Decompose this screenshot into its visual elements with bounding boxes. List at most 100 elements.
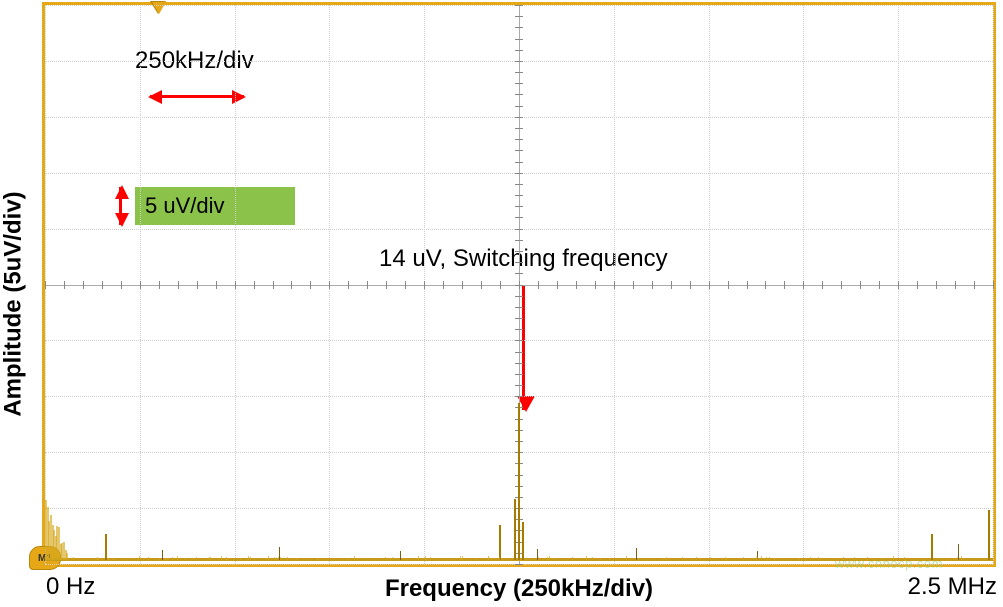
tick: [197, 281, 198, 289]
tick: [860, 281, 861, 289]
trace-noise: [266, 558, 267, 560]
tick: [515, 139, 523, 140]
trace-noise: [661, 558, 662, 560]
trace-dc-lobe: [66, 553, 68, 560]
trace-noise: [218, 559, 219, 560]
trace-noise: [317, 558, 318, 560]
tick: [515, 374, 523, 375]
peak-arrow-icon: [522, 285, 525, 410]
trace-noise: [98, 558, 99, 560]
tick: [515, 396, 523, 397]
tick: [515, 273, 523, 274]
trace-noise: [761, 556, 762, 560]
tick: [462, 281, 463, 289]
trace-noise: [193, 559, 194, 560]
y-axis-title-text: Amplitude (5uV/div): [0, 191, 28, 416]
tick: [709, 281, 710, 289]
tick: [515, 128, 523, 129]
trace-noise: [774, 558, 775, 560]
trace-noise: [713, 559, 714, 560]
x-axis-title: Frequency (250kHz/div): [42, 575, 996, 603]
tick: [481, 281, 482, 289]
trace-spur: [499, 525, 501, 560]
trace-noise: [139, 556, 140, 560]
trace-noise: [296, 558, 297, 560]
trace-noise: [196, 557, 197, 560]
tick: [765, 281, 766, 289]
trace-noise: [392, 557, 393, 560]
trace-noise: [547, 557, 548, 560]
tick: [515, 5, 523, 6]
trace-noise: [692, 558, 693, 560]
trace-noise: [280, 557, 281, 560]
trace-noise: [430, 557, 431, 560]
trace-noise: [799, 558, 800, 560]
trace-spur: [514, 499, 516, 560]
trace-noise: [349, 558, 350, 560]
tick: [367, 281, 368, 289]
tick: [515, 307, 523, 308]
tick: [898, 281, 899, 289]
tick: [955, 281, 956, 289]
tick: [515, 173, 523, 174]
trace-spur: [518, 403, 520, 560]
tick: [291, 281, 292, 289]
trace-spur: [988, 510, 990, 560]
tick: [405, 281, 406, 289]
tick: [424, 281, 425, 289]
tick: [576, 281, 577, 289]
trace-noise: [418, 556, 419, 560]
tick: [515, 94, 523, 95]
tick: [519, 281, 520, 289]
trace-noise: [586, 556, 587, 560]
tick: [633, 281, 634, 289]
trace-noise: [425, 556, 426, 560]
trace-noise: [726, 558, 727, 560]
trace-noise: [626, 556, 627, 560]
trace-noise: [766, 557, 767, 560]
trace-noise: [184, 558, 185, 560]
y-axis-title: Amplitude (5uV/div): [0, 0, 30, 607]
tick: [515, 217, 523, 218]
y-scale-label: 5 uV/div: [145, 193, 225, 219]
tick: [936, 281, 937, 289]
trace-noise: [700, 558, 701, 560]
trace-noise: [293, 558, 294, 560]
tick: [254, 281, 255, 289]
tick: [216, 281, 217, 289]
trace-noise: [221, 556, 222, 560]
tick: [993, 281, 994, 289]
trace-noise: [696, 557, 697, 560]
trace-noise: [112, 559, 113, 560]
trace-spur: [400, 551, 401, 560]
trace-noise: [64, 558, 65, 560]
tick: [121, 281, 122, 289]
trace-noise: [572, 557, 573, 560]
trace-noise: [354, 556, 355, 560]
trace-noise: [268, 556, 269, 560]
tick: [515, 229, 523, 230]
tick: [515, 150, 523, 151]
trace-noise: [226, 557, 227, 560]
trace-noise: [73, 557, 74, 560]
tick: [515, 117, 523, 118]
trace-noise: [549, 556, 550, 560]
tick: [671, 281, 672, 289]
tick: [515, 50, 523, 51]
tick: [879, 281, 880, 289]
tick: [515, 318, 523, 319]
tick: [784, 281, 785, 289]
trace-noise: [756, 559, 757, 560]
trace-noise: [177, 556, 178, 560]
tick: [348, 281, 349, 289]
tick: [515, 39, 523, 40]
trace-spur: [522, 522, 524, 560]
trace-noise: [334, 559, 335, 560]
trace-noise: [352, 559, 353, 560]
trigger-marker-icon: [152, 2, 166, 14]
trace-noise: [250, 557, 251, 560]
tick: [386, 281, 387, 289]
trace-noise: [961, 556, 962, 560]
tick: [102, 281, 103, 289]
trace-noise: [452, 559, 453, 560]
